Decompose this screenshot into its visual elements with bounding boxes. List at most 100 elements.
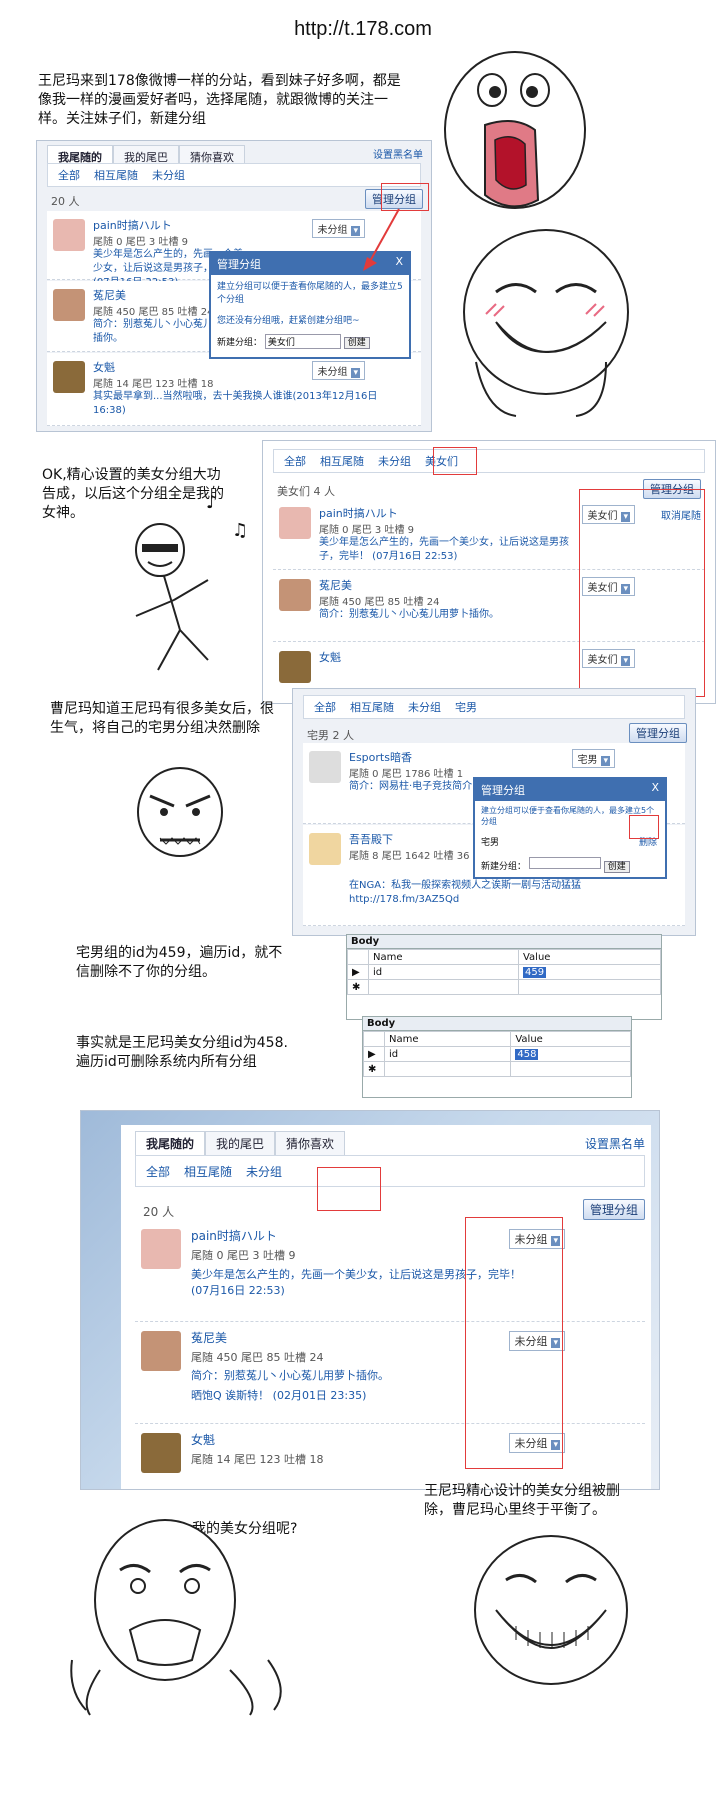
highlight-missing-group [317,1167,381,1211]
blacklist-link[interactable]: 设置黑名单 [585,1135,645,1152]
grid-title: Body [347,935,661,949]
avatar[interactable] [53,289,85,321]
caption-angry: 曹尼玛知道王尼玛有很多美女后，很生气，将自己的宅男分组决然删除 [50,701,274,736]
caption-id459: 宅男组的id为459，遍历id，就不信删除不了你的分组。 [76,945,283,980]
user-post: 美少年是怎么产生的，先画一个美少女，让后说这是男孩子，完毕！ (07月16日 2… [319,537,569,562]
grid-col-value: Value [510,1031,631,1047]
create-group-button[interactable]: 创建 [603,861,630,873]
grid-col-name: Name [368,949,519,965]
user-name[interactable]: pain时搞ハルト [319,505,398,521]
avatar[interactable] [309,751,341,783]
site-url: http://t.178.com [294,18,432,40]
group-filter-bar: 全部 相互尾随 未分组 宅男 [303,695,685,719]
caption-id458: 事实就是王尼玛美女分组id为458. 遍历id可删除系统内所有分组 [76,1035,288,1070]
user-name[interactable]: 女魁 [93,359,115,375]
user-stats: 尾随 14 尾巴 123 吐槽 18 [191,1453,324,1466]
user-row: 菟尼美 尾随 450 尾巴 85 吐槽 24 简介：别惹菟儿丶小心菟儿用萝卜插你… [135,1323,645,1424]
trollface-icon [463,229,629,417]
caption-ok: OK,精心设置的美女分组大功告成，以后这个分组全是我的女神。 [42,467,224,521]
otaku-group-item: 宅男 [481,838,500,848]
follow-count: 20 人 [51,195,80,208]
new-group-label: 新建分组： [481,862,527,872]
user-name[interactable]: pain时搞ハルト [93,217,172,233]
group-filter-bar: 全部 相互尾随 未分组 [47,163,421,187]
trollface-laughing-icon [474,1535,628,1685]
user-post: 简介：别惹菟儿丶小心菟儿用萝卜插你。 [319,609,499,620]
user-name[interactable]: 菟尼美 [319,577,352,593]
highlight-group-selects [465,1217,563,1469]
tab-following[interactable]: 我尾随的 [135,1131,206,1155]
group-filter-bar: 全部 相互尾随 未分组 [135,1155,645,1187]
screenshot-follow-list: 我尾随的 我的尾巴 猜你喜欢 设置黑名单 全部 相互尾随 未分组 20 人 管理… [36,140,432,432]
filter-all[interactable]: 全部 [58,167,80,183]
user-stats: 尾随 0 尾巴 3 吐槽 9 [319,525,414,536]
filter-otaku[interactable]: 宅男 [455,699,477,715]
filter-mutual[interactable]: 相互尾随 [320,453,364,469]
avatar[interactable] [141,1229,181,1269]
user-stats: 尾随 450 尾巴 85 吐槽 24 [191,1351,324,1364]
user-stats: 尾随 14 尾巴 123 吐槽 18 [93,379,214,390]
tab-followers[interactable]: 我的尾巴 [205,1131,276,1155]
filter-ungrouped[interactable]: 未分组 [152,167,185,183]
avatar[interactable] [279,579,311,611]
crying-face-icon [70,1519,282,1716]
music-note-icon: ♪ [206,492,218,513]
create-group-button[interactable]: 创建 [343,337,370,349]
filter-ungrouped[interactable]: 未分组 [408,699,441,715]
user-name[interactable]: 女魁 [319,649,341,665]
manage-groups-button[interactable]: 管理分组 [582,1199,645,1220]
avatar[interactable] [309,833,341,865]
group-filter-bar: 全部 相互尾随 未分组 美女们 [273,449,705,473]
user-stats: 尾随 0 尾巴 3 吐槽 9 [191,1249,296,1262]
user-name[interactable]: Esports暗香 [349,749,412,765]
new-group-input[interactable]: 美女们 [264,334,341,349]
avatar[interactable] [141,1331,181,1371]
user-post: 在NGA：私我一般探索视频人之诶斯一剧与活动猛猛http://178.fm/3A… [349,880,582,905]
avatar[interactable] [53,361,85,393]
rage-face-icon [137,767,223,857]
new-group-input[interactable] [528,857,601,869]
blacklist-link[interactable]: 设置黑名单 [373,146,423,161]
id-value-field[interactable]: 459 [522,966,547,978]
user-name[interactable]: 吾吾殿下 [349,831,393,847]
tab-recommend[interactable]: 猜你喜欢 [275,1131,346,1155]
user-row: pain时搞ハルト 尾随 0 尾巴 3 吐槽 9 美少年是怎么产生的，先画一个美… [135,1221,645,1322]
caption-ending: 王尼玛精心设计的美女分组被删除，曹尼玛心里终于平衡了。 [424,1483,620,1518]
grid-row-name: id [368,964,519,980]
screenshot-otaku-group: 全部 相互尾随 未分组 宅男 宅男 2 人 管理分组 Esports暗香 尾随 … [292,688,696,936]
group-select[interactable]: 未分组 [312,361,365,380]
user-name[interactable]: 菟尼美 [93,287,126,303]
filter-ungrouped[interactable]: 未分组 [378,453,411,469]
filter-mutual[interactable]: 相互尾随 [350,699,394,715]
filter-all[interactable]: 全部 [146,1163,170,1180]
grid-col-value: Value [517,949,662,965]
close-icon[interactable]: X [651,781,659,794]
dialog-empty-hint: 您还没有分组哦，赶紧创建分组吧~ [217,316,360,326]
group-count: 宅男 2 人 [307,729,354,742]
filter-mutual[interactable]: 相互尾随 [184,1163,232,1180]
user-post: 其实最早拿到...当然啦哦，去十美我换人谁谁(2013年12月16日 16:38… [93,391,378,416]
filter-all[interactable]: 全部 [284,453,306,469]
filter-ungrouped[interactable]: 未分组 [246,1163,282,1180]
avatar[interactable] [279,651,311,683]
filter-all[interactable]: 全部 [314,699,336,715]
user-row: 女魁 尾随 14 尾巴 123 吐槽 18 未分组 [135,1425,645,1487]
avatar[interactable] [279,507,311,539]
dialog-title: 管理分组 [217,258,261,271]
highlight-beauty-tab [433,447,477,475]
highlight-group-selects [579,489,705,697]
id-value-field[interactable]: 458 [515,1048,539,1060]
filter-mutual[interactable]: 相互尾随 [94,167,138,183]
manage-groups-button[interactable]: 管理分组 [629,723,687,743]
user-stats: 尾随 450 尾巴 85 吐槽 24 [319,597,440,608]
avatar[interactable] [53,219,85,251]
avatar[interactable] [141,1433,181,1473]
group-select[interactable]: 宅男 [572,749,615,768]
user-name[interactable]: pain时搞ハルト [191,1227,277,1244]
screaming-face-icon [444,51,586,209]
red-arrow-icon [363,208,400,271]
group-count: 美女们 4 人 [277,485,335,498]
user-stats: 尾随 0 尾巴 1786 吐槽 1 [349,769,464,780]
user-name[interactable]: 菟尼美 [191,1329,227,1346]
user-name[interactable]: 女魁 [191,1431,215,1448]
